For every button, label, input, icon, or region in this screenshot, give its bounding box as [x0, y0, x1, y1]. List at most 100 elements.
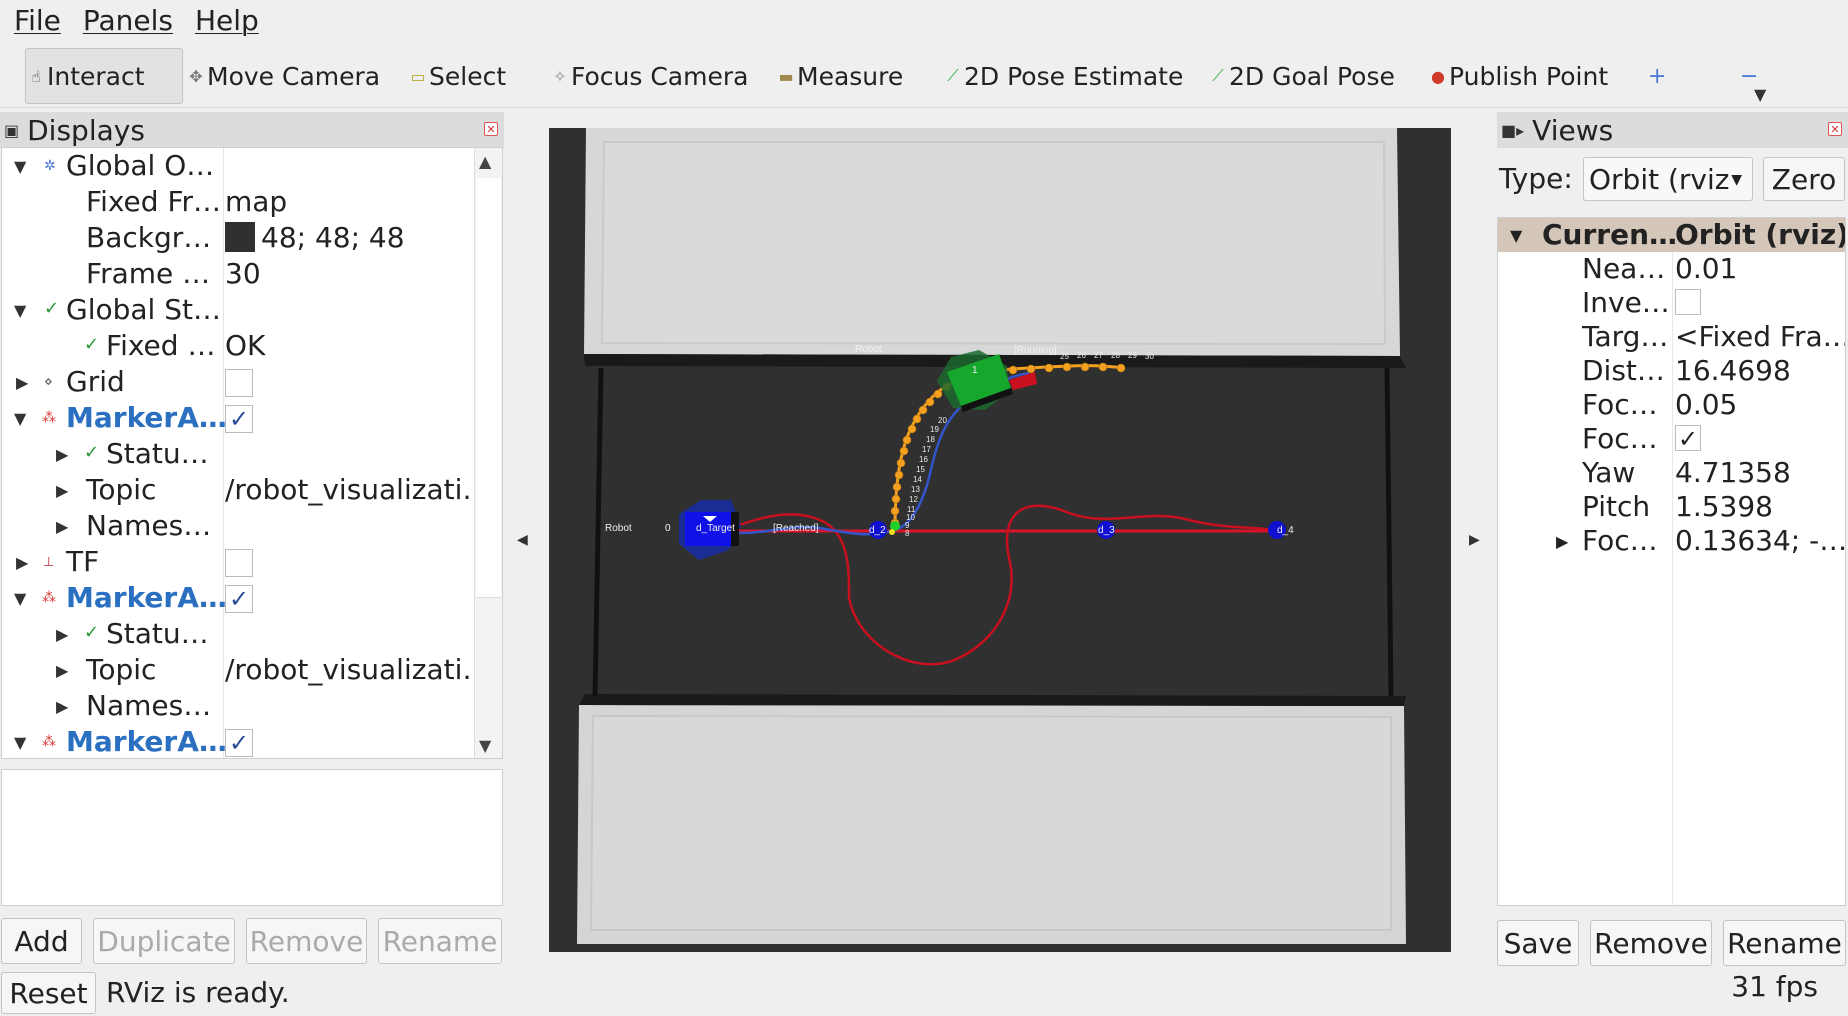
tree-row-global-options[interactable]: ▼ ✲ Global O…: [2, 148, 474, 184]
rename-display-button[interactable]: Rename: [378, 918, 502, 964]
tool-2d-pose-estimate[interactable]: ⟋ 2D Pose Estimate: [945, 48, 1183, 104]
view-prop-pitch[interactable]: Pitch 1.5398: [1498, 490, 1845, 524]
tool-publish-point[interactable]: ● Publish Point: [1430, 48, 1608, 104]
tree-row-label: Names…: [86, 509, 212, 542]
prop-value[interactable]: <Fixed Fra…: [1675, 320, 1845, 353]
path-index-16: 16: [919, 455, 928, 464]
view-type-select[interactable]: Orbit (rviz ▼: [1583, 157, 1753, 201]
view-prop-focal-point[interactable]: ▶ Foc… 0.13634; -…: [1498, 524, 1845, 558]
color-swatch: [225, 222, 255, 252]
expand-right-icon: ▶: [56, 517, 69, 536]
scrollbar-thumb[interactable]: [476, 178, 501, 598]
tree-row-label: Fixed Fr…: [86, 185, 222, 218]
frame-rate-value[interactable]: 30: [225, 257, 261, 290]
tool-2d-goal-pose[interactable]: ⟋ 2D Goal Pose: [1210, 48, 1394, 104]
view-prop-target-frame[interactable]: Targ… <Fixed Fra…: [1498, 320, 1845, 354]
tree-row-marker-array-2[interactable]: ▼ ⁂ MarkerA… ✓: [2, 580, 474, 616]
path-index-25: 25: [1060, 352, 1069, 361]
expand-right-icon: ▶: [16, 373, 29, 392]
grid-enable-checkbox[interactable]: [225, 369, 253, 397]
current-view-row[interactable]: ▼ Curren… Orbit (rviz): [1498, 218, 1845, 252]
displays-close-icon[interactable]: ✕: [484, 122, 498, 136]
prop-label: Inve…: [1582, 286, 1670, 319]
marker-array-3-checkbox[interactable]: ✓: [225, 729, 253, 757]
zero-view-button[interactable]: Zero: [1763, 157, 1845, 201]
path-index-15: 15: [916, 465, 925, 474]
add-display-button[interactable]: Add: [1, 918, 82, 964]
topic-value[interactable]: /robot_visualizati…: [225, 653, 490, 686]
path-index-12: 12: [909, 495, 918, 504]
view-prop-focal-shape-size[interactable]: Foc… 0.05: [1498, 388, 1845, 422]
scroll-down-icon[interactable]: ▼: [479, 736, 491, 755]
tool-interact[interactable]: ☝ Interact: [25, 48, 183, 104]
tree-row-fixed-frame[interactable]: Fixed Fr… map: [2, 184, 474, 220]
tree-row-global-status[interactable]: ▼ ✓ Global St…: [2, 292, 474, 328]
invert-z-checkbox[interactable]: [1675, 289, 1701, 315]
tree-row-frame-rate[interactable]: Frame … 30: [2, 256, 474, 292]
menu-help[interactable]: Help: [195, 4, 259, 37]
goal-pose-arrow-icon: ⟋: [1212, 66, 1224, 85]
tree-row-grid[interactable]: ▶ ⋄ Grid: [2, 364, 474, 400]
views-title: Views: [1532, 113, 1614, 147]
tree-row-fixed-frame-status[interactable]: ✓ Fixed … OK: [2, 328, 474, 364]
save-view-button[interactable]: Save: [1497, 920, 1579, 966]
prop-value[interactable]: 0.13634; -…: [1675, 524, 1845, 557]
prop-value[interactable]: 0.05: [1675, 388, 1737, 421]
tf-enable-checkbox[interactable]: [225, 549, 253, 577]
remove-display-button[interactable]: Remove: [246, 918, 367, 964]
view-prop-invert-z[interactable]: Inve…: [1498, 286, 1845, 320]
tool-select[interactable]: ▭ Select: [410, 48, 506, 104]
chevron-down-icon: ▼: [1731, 172, 1742, 188]
view-type-label: Type:: [1499, 162, 1573, 195]
add-tool-button[interactable]: +: [1648, 48, 1666, 104]
target-label: d_Target: [696, 523, 735, 534]
prop-value[interactable]: 4.71358: [1675, 456, 1791, 489]
tree-row-marker-array-1[interactable]: ▼ ⁂ MarkerA… ✓: [2, 400, 474, 436]
tree-row-status[interactable]: ▶ ✓ Statu…: [2, 436, 474, 472]
3d-render-view[interactable]: Robot 1 [Running] Robot 0 d_Target [Reac…: [549, 128, 1451, 952]
collapse-left-panel-icon[interactable]: ◀: [517, 532, 528, 548]
menu-file[interactable]: File: [14, 4, 61, 37]
expand-right-icon: ▶: [56, 697, 69, 716]
marker-array-2-checkbox[interactable]: ✓: [225, 585, 253, 613]
reset-button[interactable]: Reset: [1, 972, 96, 1014]
view-prop-focal-shape-fixed[interactable]: Foc… ✓: [1498, 422, 1845, 456]
prop-value[interactable]: 0.01: [1675, 252, 1737, 285]
topic-value[interactable]: /robot_visualizati…: [225, 473, 490, 506]
displays-scrollbar[interactable]: ▲ ▼: [474, 148, 502, 758]
view-prop-near-clip[interactable]: Nea… 0.01: [1498, 252, 1845, 286]
duplicate-display-button[interactable]: Duplicate: [93, 918, 235, 964]
tree-row-namespaces[interactable]: ▶ Names…: [2, 688, 474, 724]
tool-move-camera[interactable]: ✥ Move Camera: [188, 48, 380, 104]
menu-panels[interactable]: Panels: [83, 4, 173, 37]
scene-canvas[interactable]: Robot 1 [Running] Robot 0 d_Target [Reac…: [549, 128, 1451, 952]
tool-measure[interactable]: ▬ Measure: [778, 48, 903, 104]
fixed-frame-value[interactable]: map: [225, 185, 287, 218]
tool-focus-camera[interactable]: ✧ Focus Camera: [552, 48, 748, 104]
tree-row-marker-array-3[interactable]: ▼ ⁂ MarkerA… ✓: [2, 724, 474, 758]
tree-row-tf[interactable]: ▶ ⟂ TF: [2, 544, 474, 580]
move-camera-icon: ✥: [189, 66, 203, 86]
prop-label: Pitch: [1582, 490, 1651, 523]
tree-row-status[interactable]: ▶ ✓ Statu…: [2, 616, 474, 652]
scroll-up-icon[interactable]: ▲: [479, 152, 491, 171]
prop-value[interactable]: 16.4698: [1675, 354, 1791, 387]
views-close-icon[interactable]: ✕: [1828, 122, 1842, 136]
collapse-right-panel-icon[interactable]: ▶: [1469, 532, 1480, 548]
tree-row-topic[interactable]: ▶ Topic /robot_visualizati…: [2, 652, 490, 688]
remove-view-button[interactable]: Remove: [1590, 920, 1712, 966]
expand-right-icon: ▶: [56, 661, 69, 680]
focal-shape-fixed-checkbox[interactable]: ✓: [1675, 425, 1701, 452]
background-color-value[interactable]: 48; 48; 48: [225, 221, 405, 254]
prop-value[interactable]: 1.5398: [1675, 490, 1773, 523]
view-prop-yaw[interactable]: Yaw 4.71358: [1498, 456, 1845, 490]
tree-row-topic[interactable]: ▶ Topic /robot_visualizati…: [2, 472, 490, 508]
marker-array-1-checkbox[interactable]: ✓: [225, 405, 253, 433]
tree-row-background[interactable]: Backgr… 48; 48; 48: [2, 220, 474, 256]
path-index-28: 28: [1111, 351, 1120, 360]
rename-view-button[interactable]: Rename: [1723, 920, 1846, 966]
view-prop-distance[interactable]: Dist… 16.4698: [1498, 354, 1845, 388]
tree-row-label: Names…: [86, 689, 212, 722]
tree-row-label: Backgr…: [86, 221, 212, 254]
tree-row-namespaces[interactable]: ▶ Names…: [2, 508, 474, 544]
